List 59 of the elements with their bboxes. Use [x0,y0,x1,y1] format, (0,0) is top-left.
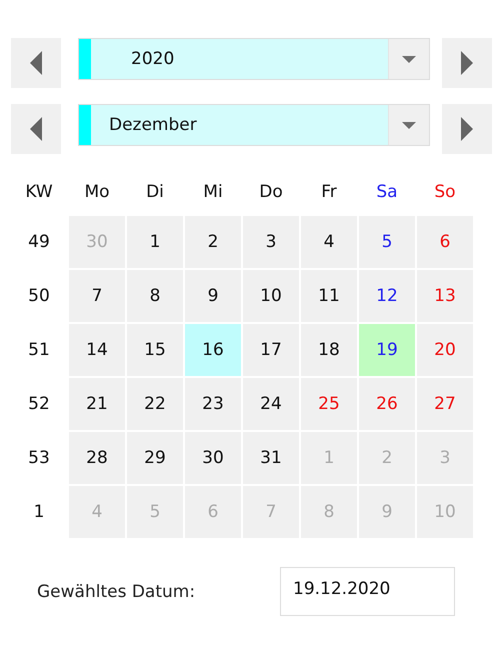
day-cell[interactable]: 28 [69,432,125,484]
day-cell[interactable]: 20 [417,324,473,376]
day-cell[interactable]: 3 [243,216,299,268]
day-cell[interactable]: 22 [127,378,183,430]
day-cell[interactable]: 5 [359,216,415,268]
column-header: Do [258,181,284,204]
next-button[interactable] [442,38,492,88]
day-cell[interactable]: 24 [243,378,299,430]
week-number: 50 [27,285,51,308]
month-dropdown[interactable]: Dezember [78,104,430,146]
triangle-left-icon [30,51,42,75]
dropdown-arrow-icon [402,122,416,128]
previous-button[interactable] [11,104,61,154]
column-header: Sa [375,181,399,204]
triangle-right-icon [461,51,473,75]
day-cell[interactable]: 4 [301,216,357,268]
day-cell[interactable]: 18 [301,324,357,376]
day-cell[interactable]: 2 [185,216,241,268]
triangle-left-icon [30,117,42,141]
day-cell[interactable]: 25 [301,378,357,430]
year-dropdown[interactable]: 2020 [78,38,430,80]
day-cell[interactable]: 15 [127,324,183,376]
column-header: Di [145,181,165,204]
selected-date-label: Gewähltes Datum: [37,582,196,602]
previous-button[interactable] [11,38,61,88]
day-cell[interactable]: 10 [243,270,299,322]
week-number: 53 [27,447,51,470]
day-cell[interactable]: 19 [359,324,415,376]
column-header: KW [24,181,54,204]
day-cell[interactable]: 8 [127,270,183,322]
week-number: 52 [27,393,51,416]
day-cell[interactable]: 11 [301,270,357,322]
day-cell[interactable]: 12 [359,270,415,322]
week-number: 51 [27,339,51,362]
day-cell[interactable]: 14 [69,324,125,376]
day-cell[interactable]: 17 [243,324,299,376]
day-cell[interactable]: 23 [185,378,241,430]
day-cell[interactable]: 21 [69,378,125,430]
column-header: Mo [83,181,111,204]
column-header: So [433,181,457,204]
day-cell[interactable]: 13 [417,270,473,322]
day-cell[interactable]: 7 [69,270,125,322]
dropdown-arrow-icon [402,56,416,62]
next-button[interactable] [442,104,492,154]
day-cell[interactable]: 30 [185,432,241,484]
day-cell[interactable]: 1 [127,216,183,268]
week-number: 49 [27,231,51,254]
day-cell[interactable]: 29 [127,432,183,484]
column-header: Mi [202,181,224,204]
day-cell[interactable]: 6 [417,216,473,268]
day-cell[interactable]: 27 [417,378,473,430]
day-cell[interactable]: 31 [243,432,299,484]
day-cell[interactable]: 16 [185,324,241,376]
date-field[interactable]: 19.12.2020 [280,567,455,616]
week-number: 1 [32,501,46,524]
day-cell[interactable]: 9 [185,270,241,322]
column-header: Fr [320,181,338,204]
day-cell[interactable]: 26 [359,378,415,430]
triangle-right-icon [461,117,473,141]
